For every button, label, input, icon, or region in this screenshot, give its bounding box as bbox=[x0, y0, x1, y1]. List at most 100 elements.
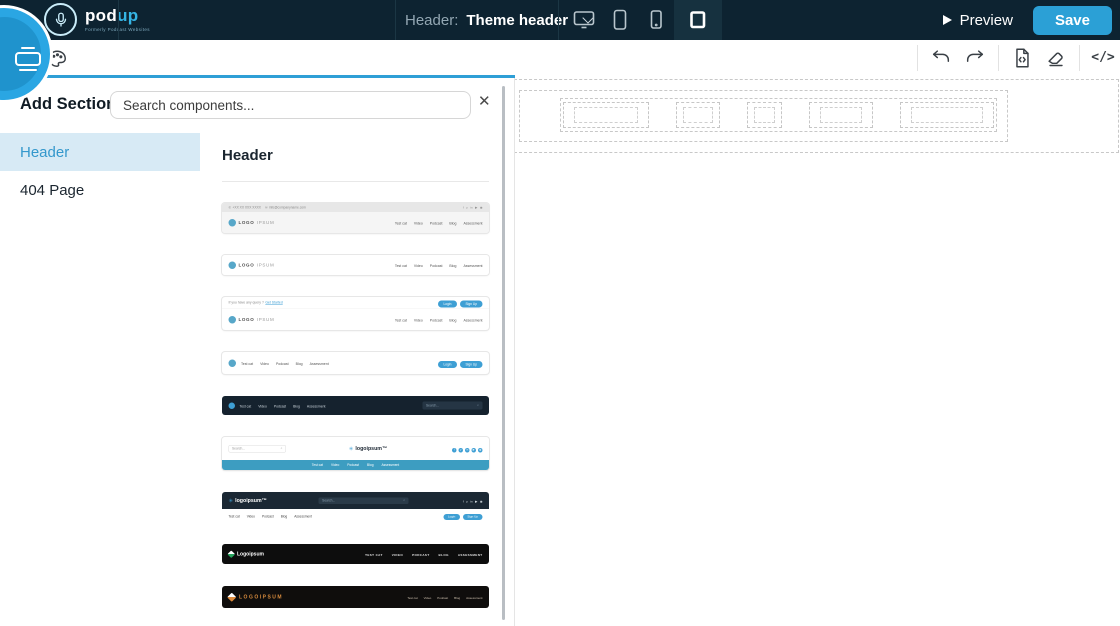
mini-nav-link: Test cat bbox=[394, 222, 407, 226]
editor-toolbar: </> bbox=[0, 40, 1120, 78]
device-fullwidth-button[interactable] bbox=[674, 0, 722, 40]
mini-nav-link: Assessment bbox=[309, 362, 329, 367]
mini-nav-link: Test cat bbox=[239, 405, 252, 409]
header-thumbnail-black-green-logo[interactable]: Logoipsum TEST CAT VIDEO PODCAST BLOG ASSESS… bbox=[222, 544, 489, 564]
mini-logo: Logoipsum bbox=[227, 550, 264, 558]
mini-nav-link: Test cat bbox=[394, 264, 407, 269]
category-item-404-page[interactable]: 404 Page bbox=[0, 171, 200, 209]
export-code-button[interactable] bbox=[1005, 40, 1039, 75]
header-thumbnail-dark-search[interactable]: Test cat Video Podcast Blog Assessment Searc… bbox=[222, 396, 489, 415]
mini-nav-link: PODCAST bbox=[412, 554, 430, 557]
mini-social-icon: ◉ bbox=[479, 206, 483, 210]
mini-nav-link: Podcast bbox=[429, 264, 443, 269]
mini-logo: ✳ logoipsum™ bbox=[228, 497, 267, 504]
mini-nav-link: Blog bbox=[449, 264, 457, 269]
mini-nav-link: Blog bbox=[449, 222, 457, 226]
header-thumbnail-centered-logo-navbar[interactable]: Search... ⌕ ✳ logoipsum™ f y in ▶ ◉ Test cat Vi… bbox=[222, 437, 489, 470]
monitor-icon bbox=[573, 11, 595, 29]
mini-social-icon: ▶ bbox=[471, 447, 476, 453]
mini-social-icon: ▶ bbox=[475, 500, 478, 504]
mini-nav-link: Video bbox=[330, 463, 340, 467]
mini-nav-link: Test cat bbox=[311, 463, 323, 467]
mini-nav-link: Assessment bbox=[466, 597, 483, 600]
mini-social-icon: ▶ bbox=[475, 206, 478, 210]
fullwidth-icon bbox=[690, 11, 706, 29]
mini-search-field: Search... ⌕ bbox=[228, 444, 286, 453]
header-thumbnail-query-auth[interactable]: If you have any query ? Get Started Login… bbox=[222, 297, 489, 330]
mini-nav-link: Blog bbox=[449, 319, 457, 323]
divider bbox=[917, 44, 918, 71]
smartphone-icon bbox=[650, 10, 662, 29]
microphone-icon bbox=[44, 3, 77, 36]
header-template-select[interactable]: Header: Theme header bbox=[405, 0, 594, 40]
device-desktop-button[interactable] bbox=[566, 0, 602, 40]
mini-auth-buttons: Login Sign Up bbox=[435, 359, 483, 368]
play-icon bbox=[942, 15, 952, 25]
close-panel-button[interactable]: ✕ bbox=[478, 92, 491, 110]
mini-nav-link: VIDEO bbox=[391, 554, 404, 557]
menu-item-placeholder bbox=[563, 102, 649, 128]
mini-nav-link: Podcast bbox=[347, 463, 359, 467]
mini-logo: ✳ logoipsum™ bbox=[348, 445, 388, 452]
divider bbox=[222, 181, 489, 182]
device-tablet-button[interactable] bbox=[602, 0, 638, 40]
divider bbox=[395, 0, 396, 40]
mini-nav-link: Podcast bbox=[429, 222, 443, 226]
mini-nav-link: Podcast bbox=[261, 515, 274, 519]
editor-canvas[interactable] bbox=[515, 78, 1120, 626]
mini-social-icon: ◉ bbox=[478, 447, 483, 453]
component-group-title: Header bbox=[222, 147, 273, 164]
preview-button[interactable]: Preview bbox=[942, 12, 1013, 29]
mini-nav: Test cat Video Podcast Blog Assessment bbox=[401, 593, 482, 602]
clear-button[interactable] bbox=[1039, 40, 1073, 75]
add-section-panel: Add Section ✕ Header 404 Page Header ✆+X… bbox=[0, 78, 515, 626]
header-thumbnail-nav-left-auth[interactable]: Test cat Video Podcast Blog Assessment Login… bbox=[222, 352, 489, 374]
mini-search-field: Search... ⌕ bbox=[422, 401, 483, 410]
mini-nav-link: Blog bbox=[367, 463, 374, 467]
mini-nav: Test cat Video Podcast Blog Assessment bbox=[388, 218, 483, 227]
header-thumbnail-contact-topbar[interactable]: ✆ +XX XX XXX XXXX ✉ info@companyname.com fy… bbox=[222, 203, 489, 233]
header-thumbnail-dark-topbar-white-navbar[interactable]: ✳ logoipsum™ Search... ⌕ f y in ▶ ◉ Test cat Vi… bbox=[222, 492, 489, 522]
mini-auth-buttons: Login Sign Up bbox=[435, 298, 483, 308]
mini-social-icon: f bbox=[462, 500, 464, 504]
header-select-label: Header: bbox=[405, 11, 459, 29]
mini-social-icon: y bbox=[466, 500, 468, 504]
mini-nav-link: Blog bbox=[295, 362, 303, 367]
mini-nav-link: Podcast bbox=[437, 597, 449, 600]
divider bbox=[558, 0, 559, 40]
mini-nav: Test cat Video Podcast Blog Assessment bbox=[388, 261, 483, 270]
device-mobile-button[interactable] bbox=[638, 0, 674, 40]
mini-nav-link: Video bbox=[413, 222, 423, 226]
category-item-header[interactable]: Header bbox=[0, 133, 200, 171]
search-input[interactable] bbox=[110, 91, 471, 119]
mini-nav-link: Blog bbox=[280, 515, 288, 519]
divider bbox=[118, 0, 119, 40]
divider bbox=[998, 44, 999, 71]
mini-nav-link: Assessment bbox=[381, 463, 400, 467]
undo-icon bbox=[932, 49, 950, 62]
panel-scrollbar[interactable] bbox=[502, 86, 505, 620]
mini-social-icon: in bbox=[470, 206, 473, 210]
mini-search-field: Search... ⌕ bbox=[318, 497, 409, 504]
mini-nav-link: Video bbox=[258, 405, 267, 409]
undo-button[interactable] bbox=[924, 40, 958, 75]
header-thumbnail-plain[interactable]: LOGO IPSUM Test cat Video Podcast Blog Assess… bbox=[222, 255, 489, 275]
mini-nav-link: Assessment bbox=[463, 264, 483, 269]
header-thumbnail-black-orange-logo[interactable]: LOGOIPSUM Test cat Video Podcast Blog Assess… bbox=[222, 586, 489, 608]
menu-item-placeholder bbox=[747, 102, 782, 128]
component-thumbnail-list: ✆ +XX XX XXX XXXX ✉ info@companyname.com fy… bbox=[222, 203, 489, 626]
mini-nav-link: Video bbox=[413, 264, 423, 269]
save-button[interactable]: Save bbox=[1032, 5, 1112, 35]
mini-social-icon: f bbox=[462, 206, 464, 210]
mini-nav: Test cat Video Podcast Blog Assessment bbox=[229, 511, 319, 520]
tablet-icon bbox=[613, 9, 627, 30]
mini-nav-link: Podcast bbox=[429, 319, 443, 323]
code-view-button[interactable]: </> bbox=[1086, 40, 1120, 75]
redo-button[interactable] bbox=[958, 40, 992, 75]
brand-logo: podup Formerly Podcast Websites bbox=[44, 3, 150, 36]
mini-social-icon: in bbox=[470, 500, 473, 504]
mini-social-icon: in bbox=[465, 447, 470, 453]
mini-nav-link: Video bbox=[260, 362, 269, 367]
mini-nav-link: Podcast bbox=[275, 362, 289, 367]
mini-nav: TEST CAT VIDEO PODCAST BLOG ASSESSMENT bbox=[356, 550, 482, 559]
